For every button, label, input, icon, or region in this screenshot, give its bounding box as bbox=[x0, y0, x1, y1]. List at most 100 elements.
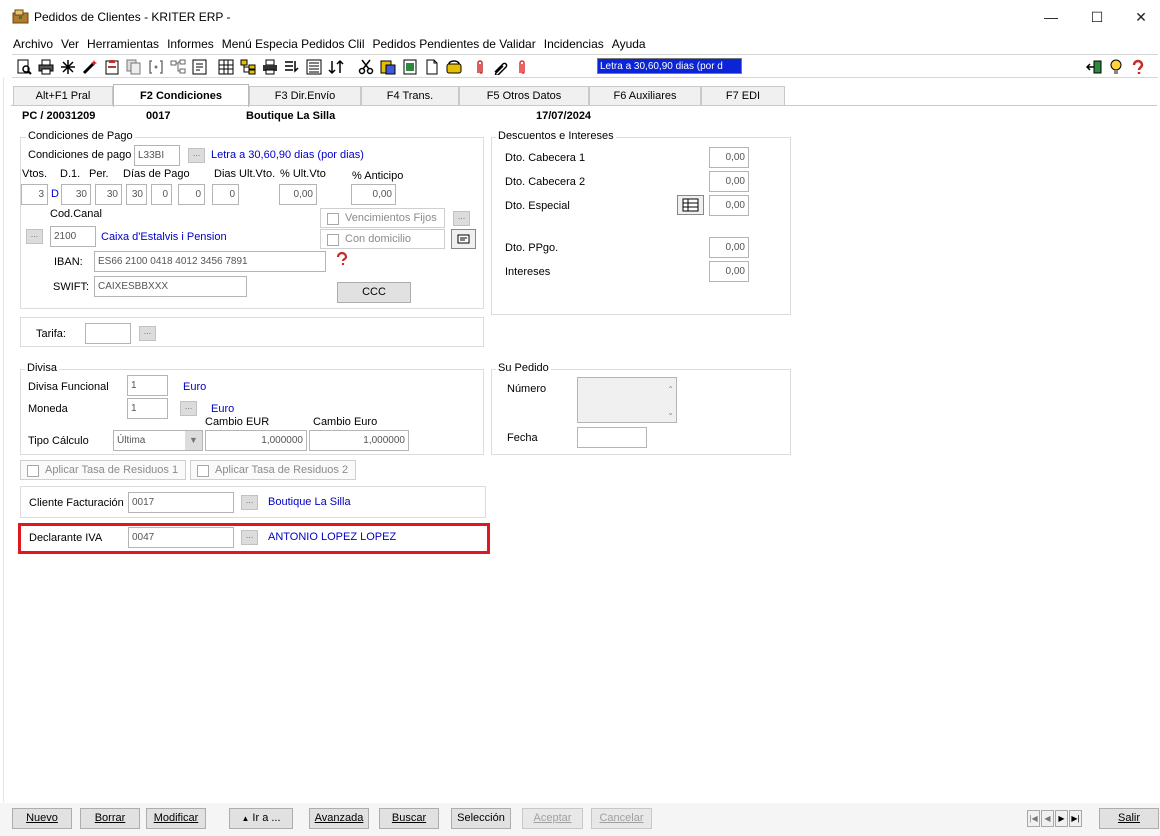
moneda-lookup-button[interactable]: ... bbox=[180, 401, 197, 416]
payment-conditions-code[interactable]: L33BI bbox=[134, 145, 180, 166]
menu-pedidos-pendientes[interactable]: Pedidos Pendientes de Validar bbox=[373, 37, 536, 51]
tree-icon[interactable] bbox=[170, 59, 186, 75]
pct-anticipo-field[interactable]: 0,00 bbox=[351, 184, 396, 205]
maximize-button[interactable]: ☐ bbox=[1074, 0, 1120, 34]
cliente-facturacion-lookup-button[interactable]: ... bbox=[241, 495, 258, 510]
print-icon[interactable] bbox=[38, 59, 54, 75]
scroll-up-icon[interactable]: ⌃ bbox=[667, 380, 674, 399]
swift-field[interactable]: CAIXESBBXXX bbox=[94, 276, 247, 297]
dias-pago-2[interactable]: 0 bbox=[151, 184, 172, 205]
pct-ult-vto-field[interactable]: 0,00 bbox=[279, 184, 317, 205]
aceptar-button[interactable]: Aceptar bbox=[522, 808, 583, 829]
dias-ult-vto-field[interactable]: 0 bbox=[212, 184, 239, 205]
magic-wand-icon[interactable] bbox=[82, 59, 98, 75]
print-preview-icon[interactable] bbox=[16, 59, 32, 75]
nuevo-button[interactable]: Nuevo bbox=[12, 808, 72, 829]
help-icon[interactable] bbox=[1130, 59, 1146, 75]
salir-button[interactable]: Salir bbox=[1099, 808, 1159, 829]
sort-icon[interactable] bbox=[328, 59, 344, 75]
brackets-icon[interactable] bbox=[148, 59, 164, 75]
menu-incidencias[interactable]: Incidencias bbox=[544, 37, 604, 51]
paperclip-icon[interactable] bbox=[472, 59, 488, 75]
previous-record-icon[interactable]: ◀ bbox=[1041, 810, 1054, 827]
chevron-down-icon[interactable]: ▼ bbox=[185, 431, 202, 450]
menu-especia-pedidos[interactable]: Menú Especia Pedidos Clil bbox=[222, 37, 365, 51]
d1-field[interactable]: 30 bbox=[61, 184, 91, 205]
intereses-field[interactable]: 0,00 bbox=[709, 261, 749, 282]
tarifa-field[interactable] bbox=[85, 323, 131, 344]
paperclip-red-icon[interactable] bbox=[514, 59, 530, 75]
tasa-residuos-2-checkbox[interactable]: Aplicar Tasa de Residuos 2 bbox=[190, 460, 356, 480]
first-record-icon[interactable]: |◀ bbox=[1027, 810, 1040, 827]
modificar-button[interactable]: Modificar bbox=[146, 808, 206, 829]
declarante-iva-lookup-button[interactable]: ... bbox=[241, 530, 258, 545]
tab-trans[interactable]: F4 Trans. bbox=[361, 86, 459, 106]
asterisk-icon[interactable] bbox=[60, 59, 76, 75]
menu-informes[interactable]: Informes bbox=[167, 37, 214, 51]
phone-icon[interactable] bbox=[446, 59, 462, 75]
grid-icon[interactable] bbox=[218, 59, 234, 75]
cambio-eur-field[interactable]: 1,000000 bbox=[205, 430, 307, 451]
new-document-icon[interactable] bbox=[424, 59, 440, 75]
divisa-funcional-field[interactable]: 1 bbox=[127, 375, 168, 396]
tab-otros-datos[interactable]: F5 Otros Datos bbox=[459, 86, 589, 106]
moneda-field[interactable]: 1 bbox=[127, 398, 168, 419]
canal-code-field[interactable]: 2100 bbox=[50, 226, 96, 247]
tab-edi[interactable]: F7 EDI bbox=[701, 86, 785, 106]
ccc-button[interactable]: CCC bbox=[337, 282, 411, 303]
vencimientos-fijos-button[interactable]: ... bbox=[453, 211, 470, 226]
vencimientos-fijos-checkbox[interactable]: Vencimientos Fijos bbox=[320, 208, 445, 228]
dias-pago-1[interactable]: 30 bbox=[126, 184, 147, 205]
table-list-icon[interactable] bbox=[306, 59, 322, 75]
document-grid-icon[interactable] bbox=[402, 59, 418, 75]
cambio-euro-field[interactable]: 1,000000 bbox=[309, 430, 409, 451]
cut-icon[interactable] bbox=[358, 59, 374, 75]
con-domicilio-checkbox[interactable]: Con domicilio bbox=[320, 229, 445, 249]
attachment-icon[interactable] bbox=[492, 59, 508, 75]
su-pedido-numero-field[interactable]: ⌃ ⌄ bbox=[577, 377, 677, 423]
dto-cabecera-2-field[interactable]: 0,00 bbox=[709, 171, 749, 192]
edit-form-icon[interactable] bbox=[192, 59, 208, 75]
hierarchy-icon[interactable] bbox=[240, 59, 256, 75]
declarante-iva-field[interactable]: 0047 bbox=[128, 527, 234, 548]
dias-pago-3[interactable]: 0 bbox=[178, 184, 205, 205]
domicilio-edit-icon[interactable] bbox=[451, 229, 476, 249]
scroll-down-icon[interactable]: ⌄ bbox=[667, 403, 674, 422]
avanzada-button[interactable]: Avanzada bbox=[309, 808, 369, 829]
per-field[interactable]: 30 bbox=[95, 184, 122, 205]
cancelar-button[interactable]: Cancelar bbox=[591, 808, 652, 829]
buscar-button[interactable]: Buscar bbox=[379, 808, 439, 829]
cliente-facturacion-field[interactable]: 0017 bbox=[128, 492, 234, 513]
tab-condiciones[interactable]: F2 Condiciones bbox=[113, 84, 249, 107]
dto-cabecera-1-field[interactable]: 0,00 bbox=[709, 147, 749, 168]
tab-auxiliares[interactable]: F6 Auxiliares bbox=[589, 86, 701, 106]
menu-ayuda[interactable]: Ayuda bbox=[612, 37, 646, 51]
lightbulb-icon[interactable] bbox=[1108, 59, 1124, 75]
su-pedido-fecha-field[interactable] bbox=[577, 427, 647, 448]
menu-ver[interactable]: Ver bbox=[61, 37, 79, 51]
vtos-field[interactable]: 3 bbox=[21, 184, 48, 205]
ir-a-button[interactable]: ▲ Ir a ... bbox=[229, 808, 293, 829]
menu-archivo[interactable]: Archivo bbox=[13, 37, 53, 51]
next-record-icon[interactable]: ▶ bbox=[1055, 810, 1068, 827]
seleccion-button[interactable]: Selección bbox=[451, 808, 511, 829]
borrar-button[interactable]: Borrar bbox=[80, 808, 140, 829]
close-button[interactable]: ✕ bbox=[1118, 0, 1160, 34]
tipo-calculo-select[interactable]: Última ▼ bbox=[113, 430, 203, 451]
payment-conditions-lookup-button[interactable]: ... bbox=[188, 148, 205, 163]
list-arrow-icon[interactable] bbox=[284, 59, 300, 75]
copy-icon[interactable] bbox=[126, 59, 142, 75]
dto-especial-table-icon[interactable] bbox=[677, 195, 704, 215]
clipboard-icon[interactable] bbox=[104, 59, 120, 75]
tarifa-lookup-button[interactable]: ... bbox=[139, 326, 156, 341]
iban-field[interactable]: ES66 2100 0418 4012 3456 7891 bbox=[94, 251, 326, 272]
help-iban-icon[interactable] bbox=[335, 252, 349, 266]
canal-lookup-button[interactable]: ... bbox=[26, 229, 43, 244]
dto-especial-field[interactable]: 0,00 bbox=[709, 195, 749, 216]
dto-ppgo-field[interactable]: 0,00 bbox=[709, 237, 749, 258]
last-record-icon[interactable]: ▶| bbox=[1069, 810, 1082, 827]
payment-terms-combo[interactable]: Letra a 30,60,90 dias (por d bbox=[597, 58, 742, 74]
menu-herramientas[interactable]: Herramientas bbox=[87, 37, 159, 51]
printer-alt-icon[interactable] bbox=[262, 59, 278, 75]
paste-special-icon[interactable] bbox=[380, 59, 396, 75]
